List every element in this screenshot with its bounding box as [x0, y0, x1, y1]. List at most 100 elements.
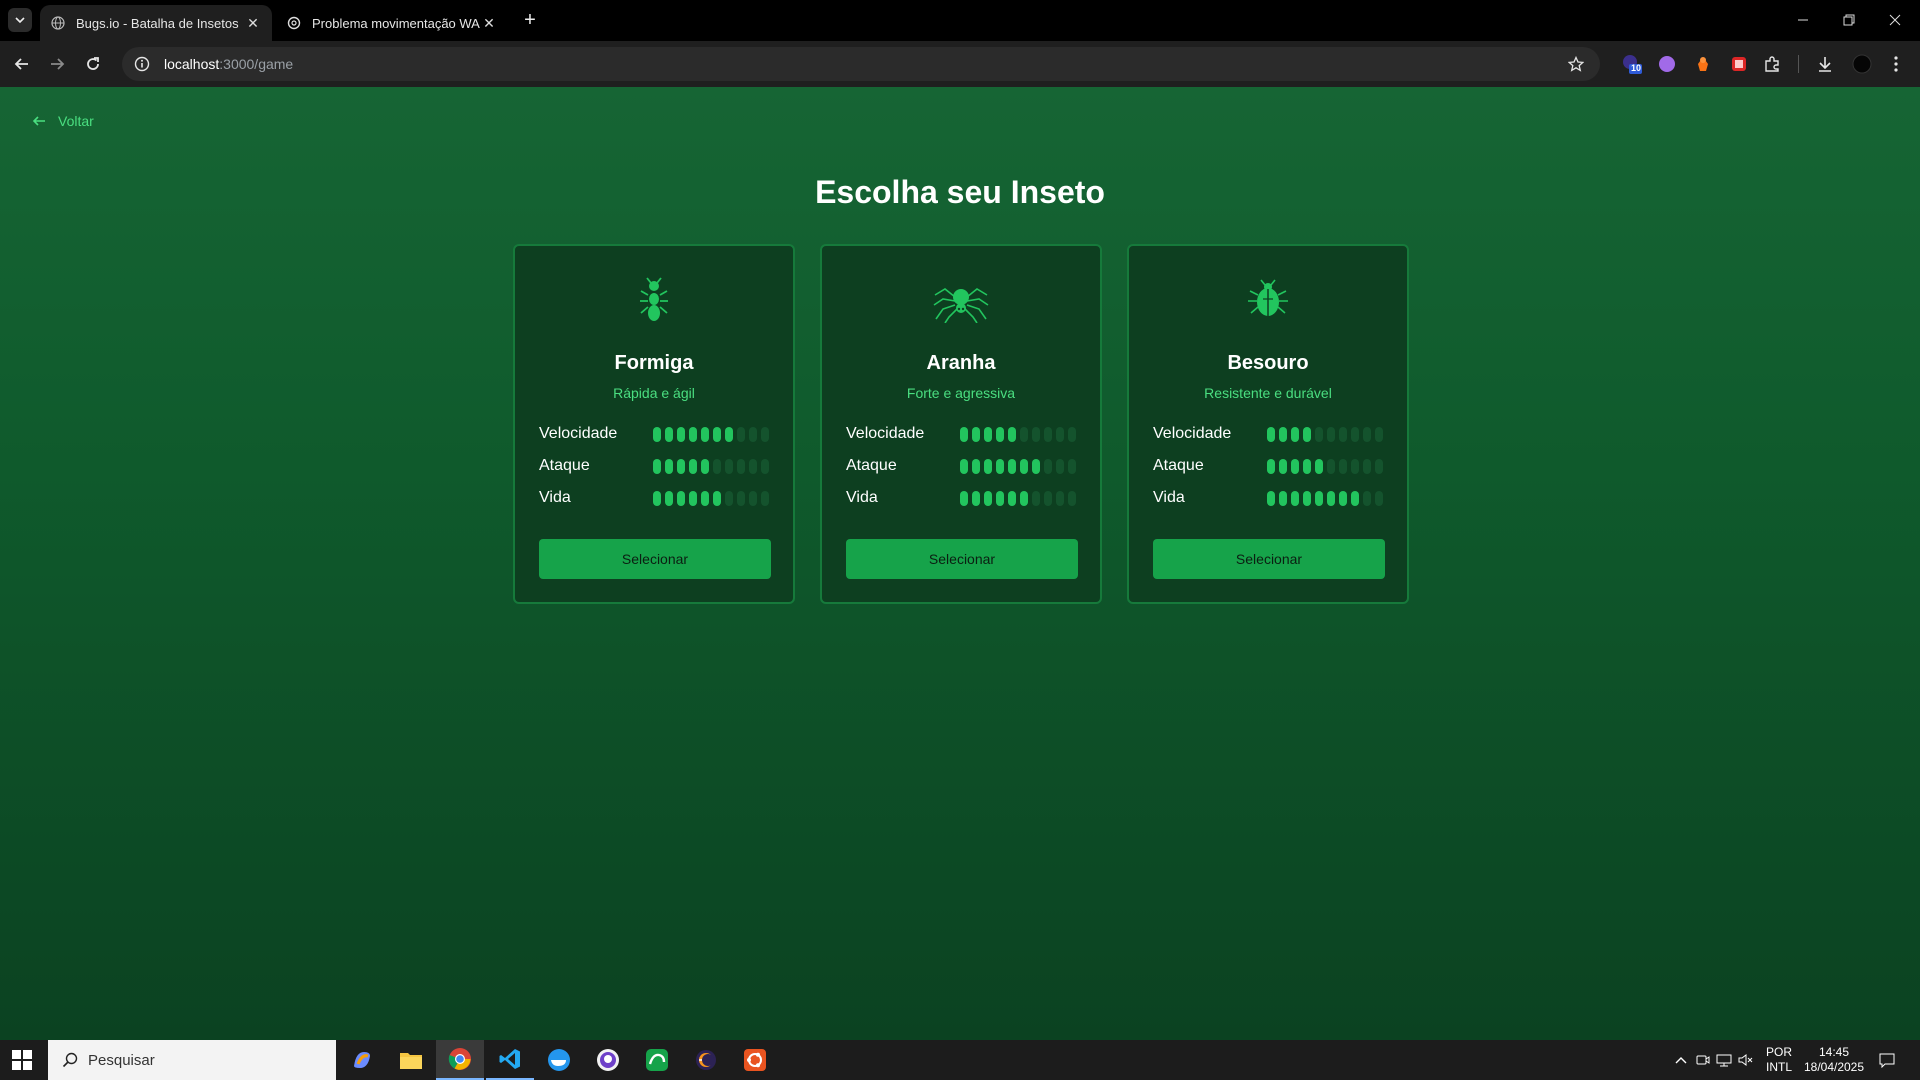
- profile-avatar[interactable]: [1850, 52, 1874, 76]
- stat-life: Vida: [846, 488, 1078, 508]
- forward-arrow-icon[interactable]: [43, 50, 71, 78]
- insect-name: Formiga: [614, 352, 694, 374]
- beetle-icon: [1129, 276, 1407, 326]
- close-window-icon[interactable]: [1872, 0, 1918, 40]
- stat-pip-empty: [1363, 490, 1371, 506]
- stat-pip-empty: [737, 426, 745, 442]
- stat-label: Ataque: [539, 457, 590, 474]
- network-icon[interactable]: [1714, 1040, 1734, 1080]
- volume-muted-icon[interactable]: [1736, 1040, 1756, 1080]
- tab-problema[interactable]: Problema movimentação WASD ✕: [276, 5, 508, 41]
- address-bar[interactable]: localhost:3000/game: [122, 47, 1600, 81]
- stat-pip-filled: [653, 426, 661, 442]
- page-title: Escolha seu Inseto: [815, 174, 1105, 210]
- github-desktop-icon[interactable]: [584, 1040, 632, 1080]
- stat-attack: Ataque: [846, 456, 1078, 476]
- extension-badge-icon[interactable]: 10: [1619, 52, 1643, 76]
- stat-bar: [653, 426, 769, 442]
- stat-attack: Ataque: [1153, 456, 1385, 476]
- spider-icon: [822, 276, 1100, 326]
- stat-pip-filled: [972, 490, 980, 506]
- close-icon[interactable]: ✕: [244, 14, 262, 32]
- url-path: :3000/game: [219, 56, 294, 72]
- stat-pip-filled: [996, 490, 1004, 506]
- stat-pip-empty: [1315, 426, 1323, 442]
- copilot-icon[interactable]: [338, 1040, 386, 1080]
- clock-time: 14:45: [1818, 1045, 1850, 1059]
- select-button[interactable]: Selecionar: [1153, 539, 1385, 579]
- meet-now-icon[interactable]: [1694, 1040, 1712, 1080]
- file-explorer-icon[interactable]: [387, 1040, 435, 1080]
- stat-pip-filled: [1291, 490, 1299, 506]
- eclipse-icon[interactable]: [682, 1040, 730, 1080]
- compass-extension-icon[interactable]: [1655, 52, 1679, 76]
- restore-icon[interactable]: [1826, 0, 1872, 40]
- puzzle-extensions-icon[interactable]: [1760, 52, 1784, 76]
- stat-label: Vida: [846, 489, 878, 506]
- game-page: Voltar Escolha seu Inseto Formiga Rápida…: [0, 87, 1920, 1040]
- vscode-icon[interactable]: [486, 1040, 534, 1080]
- stat-pip-empty: [737, 490, 745, 506]
- green-app-icon[interactable]: [633, 1040, 681, 1080]
- new-tab-plus-icon[interactable]: +: [518, 8, 542, 32]
- stat-pip-filled: [689, 490, 697, 506]
- select-button[interactable]: Selecionar: [539, 539, 771, 579]
- menu-kebab-icon[interactable]: [1884, 52, 1908, 76]
- stat-pip-filled: [665, 490, 673, 506]
- stat-bar: [653, 458, 769, 474]
- insect-card-aranha: Aranha Forte e agressiva Velocidade Ataq…: [820, 244, 1102, 604]
- stat-pip-filled: [665, 426, 673, 442]
- reload-icon[interactable]: [79, 50, 107, 78]
- globe-icon: [50, 15, 66, 31]
- stat-label: Vida: [539, 489, 571, 506]
- extension-badge-count: 10: [1631, 63, 1642, 73]
- stat-pip-filled: [1303, 490, 1311, 506]
- clock[interactable]: 14:45 18/04/2025: [1802, 1040, 1866, 1080]
- ubuntu-icon[interactable]: [731, 1040, 779, 1080]
- bookmark-star-icon[interactable]: [1566, 54, 1586, 74]
- taskbar-search[interactable]: Pesquisar: [48, 1040, 336, 1080]
- stat-pip-empty: [1375, 490, 1383, 506]
- back-arrow-icon[interactable]: [8, 50, 36, 78]
- tab-bugs-io[interactable]: Bugs.io - Batalha de Insetos ✕: [40, 5, 272, 41]
- tab-search-button[interactable]: [8, 8, 32, 32]
- stat-pip-filled: [701, 490, 709, 506]
- stat-pip-empty: [1044, 426, 1052, 442]
- red-extension-icon[interactable]: [1727, 52, 1751, 76]
- fox-extension-icon[interactable]: [1691, 52, 1715, 76]
- stat-pip-empty: [1327, 458, 1335, 474]
- download-icon[interactable]: [1813, 52, 1837, 76]
- notification-icon[interactable]: [1874, 1040, 1900, 1080]
- stat-pip-empty: [725, 490, 733, 506]
- stat-pip-filled: [1351, 490, 1359, 506]
- docker-icon[interactable]: [535, 1040, 583, 1080]
- language-indicator[interactable]: POR INTL: [1764, 1040, 1794, 1080]
- stat-pip-filled: [1008, 490, 1016, 506]
- insect-tagline: Resistente e durável: [1204, 385, 1332, 401]
- tray-expand-chevron-icon[interactable]: [1668, 1040, 1694, 1080]
- stat-pip-empty: [1363, 426, 1371, 442]
- stat-bar: [960, 426, 1076, 442]
- stat-pip-filled: [984, 490, 992, 506]
- stat-pip-filled: [984, 458, 992, 474]
- windows-start-icon[interactable]: [12, 1050, 32, 1070]
- stat-pip-empty: [1068, 426, 1076, 442]
- stat-pip-empty: [749, 426, 757, 442]
- stat-pip-filled: [1020, 490, 1028, 506]
- stat-pip-filled: [960, 490, 968, 506]
- stat-pip-empty: [1375, 426, 1383, 442]
- browser-toolbar: localhost:3000/game 10: [0, 41, 1920, 87]
- stat-label: Ataque: [846, 457, 897, 474]
- select-button[interactable]: Selecionar: [846, 539, 1078, 579]
- info-icon[interactable]: [132, 54, 152, 74]
- stat-bar: [1267, 426, 1383, 442]
- stat-pip-empty: [713, 458, 721, 474]
- stat-pip-filled: [677, 426, 685, 442]
- back-link[interactable]: Voltar: [32, 113, 94, 129]
- stat-pip-empty: [749, 490, 757, 506]
- chrome-icon[interactable]: [436, 1040, 484, 1080]
- close-icon[interactable]: ✕: [480, 14, 498, 32]
- minimize-icon[interactable]: [1780, 0, 1826, 40]
- stat-pip-filled: [1279, 458, 1287, 474]
- stat-pip-filled: [1303, 426, 1311, 442]
